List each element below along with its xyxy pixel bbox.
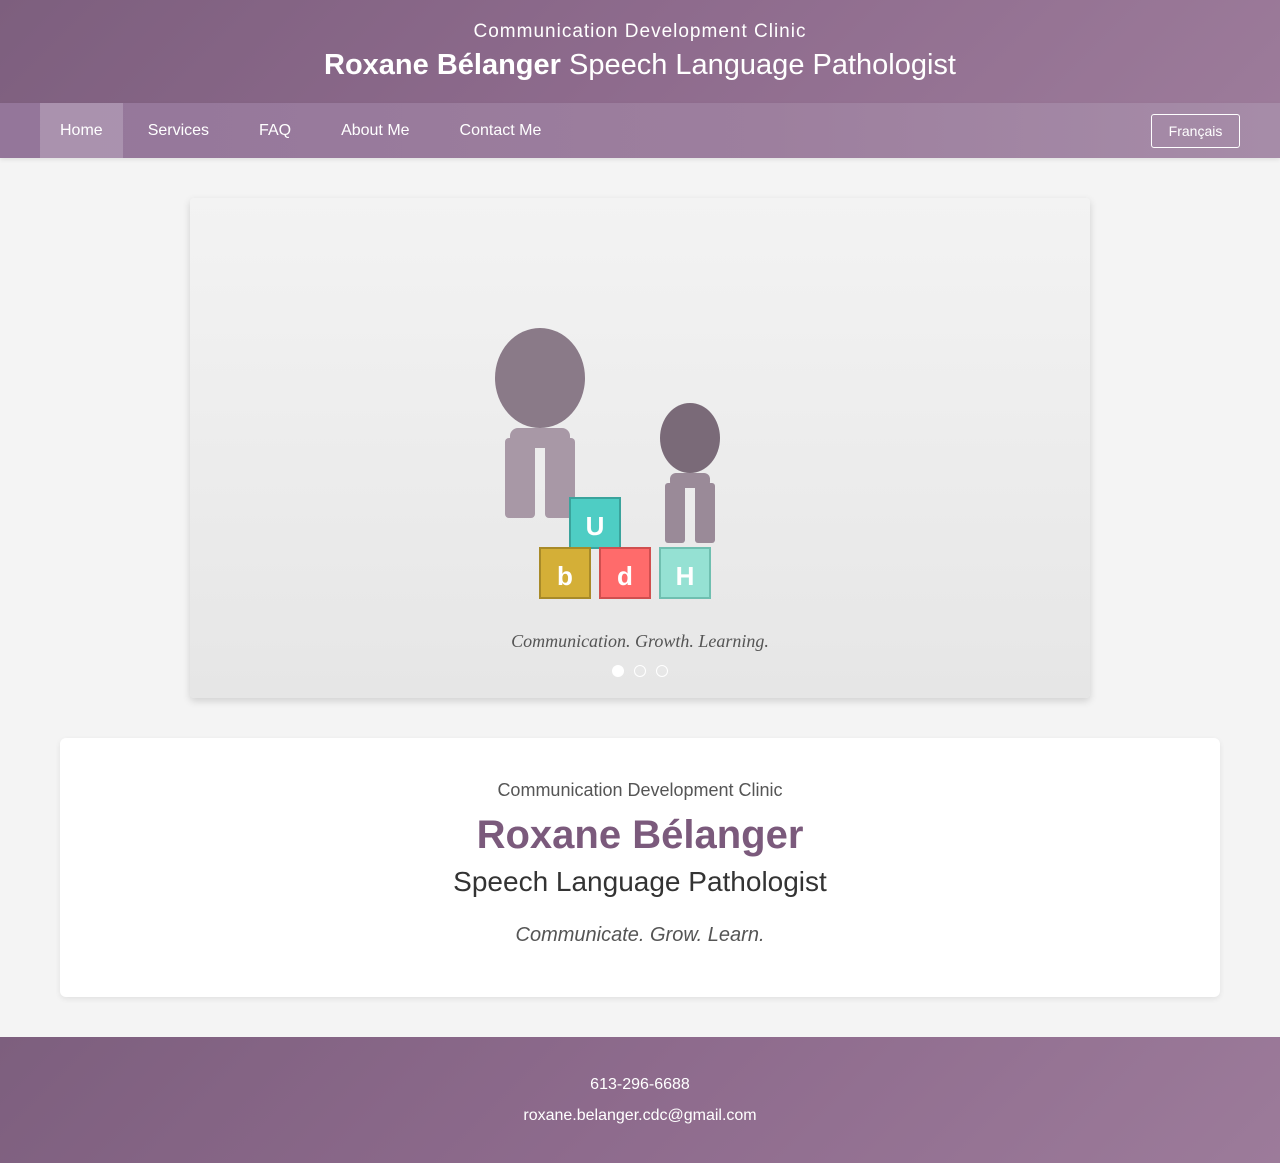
child-head: [660, 403, 720, 473]
header-profession: Speech Language Pathologist: [569, 49, 956, 81]
block-d-letter: d: [617, 561, 633, 591]
header-name: Roxane Bélanger: [324, 49, 561, 81]
footer-phone[interactable]: 613-296-6688: [0, 1076, 1280, 1094]
carousel-dot-2[interactable]: [634, 665, 646, 677]
intro-clinic: Communication Development Clinic: [497, 780, 783, 800]
intro-tagline: Communicate. Grow. Learn.: [515, 924, 765, 946]
carousel-indicators: [190, 665, 1090, 677]
block-b: b: [539, 547, 591, 599]
language-toggle-button[interactable]: Français: [1151, 114, 1240, 148]
header-title: Roxane Bélanger Speech Language Patholog…: [0, 49, 1280, 82]
carousel-dot-3[interactable]: [656, 665, 668, 677]
nav-contact-me[interactable]: Contact Me: [435, 103, 567, 158]
adult-head: [495, 328, 585, 428]
footer-email[interactable]: roxane.belanger.cdc@gmail.com: [0, 1107, 1280, 1125]
block-u-letter: U: [586, 511, 605, 541]
carousel-dot-1[interactable]: [612, 665, 624, 677]
nav-services[interactable]: Services: [123, 103, 234, 158]
child-body-right: [695, 483, 715, 543]
slide-caption: Communication. Growth. Learning.: [511, 631, 769, 651]
intro-name: Roxane Bélanger: [476, 813, 804, 857]
child-body-left: [665, 483, 685, 543]
intro-role: Speech Language Pathologist: [453, 866, 827, 897]
block-d: d: [599, 547, 651, 599]
block-b-letter: b: [557, 561, 573, 591]
block-u: U: [569, 497, 621, 549]
nav-home[interactable]: Home: [40, 103, 123, 158]
block-h-letter: H: [676, 561, 695, 591]
block-h: H: [659, 547, 711, 599]
header-subtitle: Communication Development Clinic: [473, 21, 807, 42]
nav-about-me[interactable]: About Me: [316, 103, 434, 158]
hero-illustration: U b d H: [495, 328, 720, 599]
adult-body-left: [505, 438, 535, 518]
intro-card: Communication Development Clinic Roxane …: [60, 738, 1220, 997]
nav-faq[interactable]: FAQ: [234, 103, 316, 158]
main-nav: Home Services FAQ About Me Contact Me Fr…: [0, 103, 1280, 158]
site-header: Communication Development Clinic Roxane …: [0, 0, 1280, 103]
hero-carousel: U b d H Communication. Growth. Learning.: [190, 198, 1090, 698]
site-footer: 613-296-6688 roxane.belanger.cdc@gmail.c…: [0, 1037, 1280, 1163]
